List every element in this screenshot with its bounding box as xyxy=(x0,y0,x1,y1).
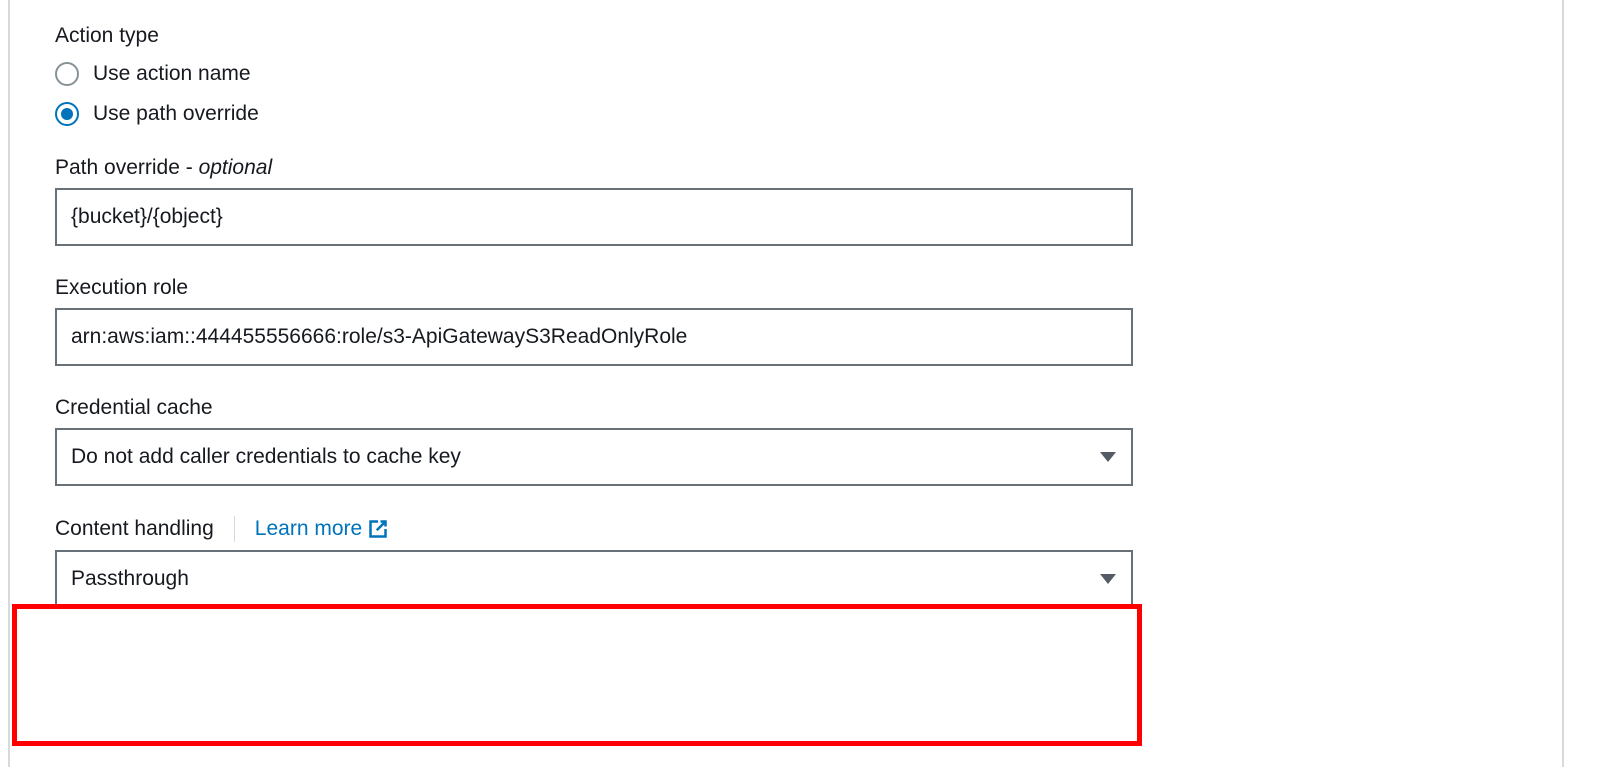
action-type-group: Action type Use action name Use path ove… xyxy=(55,24,1517,126)
action-type-label: Action type xyxy=(55,24,1517,48)
radio-label: Use action name xyxy=(93,62,251,86)
content-handling-label-row: Content handling Learn more xyxy=(55,516,1517,542)
chevron-down-icon xyxy=(1099,572,1117,586)
execution-role-input[interactable] xyxy=(55,308,1133,366)
external-link-icon xyxy=(368,519,388,539)
execution-role-label: Execution role xyxy=(55,276,1517,300)
chevron-down-icon xyxy=(1099,450,1117,464)
path-override-label-text: Path override - xyxy=(55,156,199,179)
radio-use-path-override[interactable]: Use path override xyxy=(55,102,1517,126)
credential-cache-group: Credential cache Do not add caller crede… xyxy=(55,396,1517,486)
content-handling-label: Content handling xyxy=(55,517,214,541)
radio-label: Use path override xyxy=(93,102,259,126)
path-override-label: Path override - optional xyxy=(55,156,1517,180)
credential-cache-label: Credential cache xyxy=(55,396,1517,420)
content-handling-selected-value: Passthrough xyxy=(71,567,189,591)
credential-cache-selected-value: Do not add caller credentials to cache k… xyxy=(71,445,461,469)
vertical-divider xyxy=(234,516,235,542)
form-panel: Action type Use action name Use path ove… xyxy=(8,0,1564,767)
action-type-radio-group: Use action name Use path override xyxy=(55,62,1517,126)
path-override-group: Path override - optional xyxy=(55,156,1517,246)
credential-cache-select[interactable]: Do not add caller credentials to cache k… xyxy=(55,428,1133,486)
radio-circle-icon xyxy=(55,62,79,86)
path-override-input[interactable] xyxy=(55,188,1133,246)
radio-use-action-name[interactable]: Use action name xyxy=(55,62,1517,86)
content-handling-group: Content handling Learn more Passthrough xyxy=(55,516,1517,608)
radio-circle-selected-icon xyxy=(55,102,79,126)
learn-more-text: Learn more xyxy=(255,517,362,541)
radio-dot-icon xyxy=(61,108,73,120)
learn-more-link[interactable]: Learn more xyxy=(255,517,388,541)
execution-role-group: Execution role xyxy=(55,276,1517,366)
optional-text: optional xyxy=(199,156,273,179)
content-handling-select[interactable]: Passthrough xyxy=(55,550,1133,608)
